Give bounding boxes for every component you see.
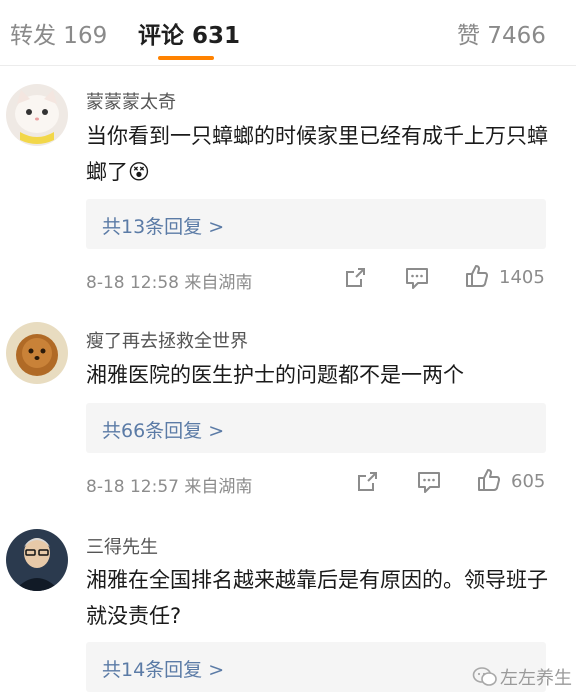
comment-item: 蒙蒙蒙太奇 当你看到一只蟑螂的时候家里已经有成千上万只蟑螂了😵 共13条回复 >… <box>0 66 576 306</box>
tab-comments[interactable]: 评论 631 <box>138 16 240 50</box>
like-count: 605 <box>511 471 546 492</box>
comment-meta: 8-18 12:58 来自湖南 <box>86 273 253 293</box>
tab-likes[interactable]: 赞 7466 <box>457 16 546 50</box>
avatar[interactable] <box>6 322 68 384</box>
comment-username[interactable]: 瘦了再去拯救全世界 <box>86 327 248 353</box>
reply-icon[interactable] <box>404 265 430 291</box>
comment-username[interactable]: 蒙蒙蒙太奇 <box>86 88 176 114</box>
like-icon[interactable] <box>476 467 502 493</box>
replies-count-label: 共13条回复 > <box>102 216 225 238</box>
share-icon[interactable] <box>354 469 380 495</box>
comment-text: 湘雅在全国排名越来越靠后是有原因的。领导班子就没责任? <box>86 568 548 628</box>
tab-reposts[interactable]: 转发 169 <box>10 16 107 50</box>
comment-text: 湘雅医院的医生护士的问题都不是一两个 <box>86 363 464 387</box>
comment-item: 瘦了再去拯救全世界 湘雅医院的医生护士的问题都不是一两个 共66条回复 > 8-… <box>0 306 576 516</box>
replies-link[interactable]: 共66条回复 > <box>86 403 546 453</box>
avatar[interactable] <box>6 529 68 591</box>
comment-meta: 8-18 12:57 来自湖南 <box>86 477 253 497</box>
like-icon[interactable] <box>464 263 490 289</box>
active-tab-indicator <box>158 56 214 60</box>
watermark-text: 左左养生 <box>500 668 572 689</box>
wechat-icon <box>472 667 497 686</box>
watermark: 左左养生 <box>470 662 574 692</box>
like-count: 1405 <box>499 267 545 288</box>
comment-text: 当你看到一只蟑螂的时候家里已经有成千上万只蟑螂了😵 <box>86 124 548 184</box>
replies-count-label: 共14条回复 > <box>102 659 225 681</box>
share-icon[interactable] <box>342 265 368 291</box>
avatar[interactable] <box>6 84 68 146</box>
reply-icon[interactable] <box>416 469 442 495</box>
replies-count-label: 共66条回复 > <box>102 420 225 442</box>
comment-username[interactable]: 三得先生 <box>86 533 158 559</box>
replies-link[interactable]: 共13条回复 > <box>86 199 546 249</box>
comment-tabs: 转发 169 评论 631 赞 7466 <box>0 0 576 66</box>
